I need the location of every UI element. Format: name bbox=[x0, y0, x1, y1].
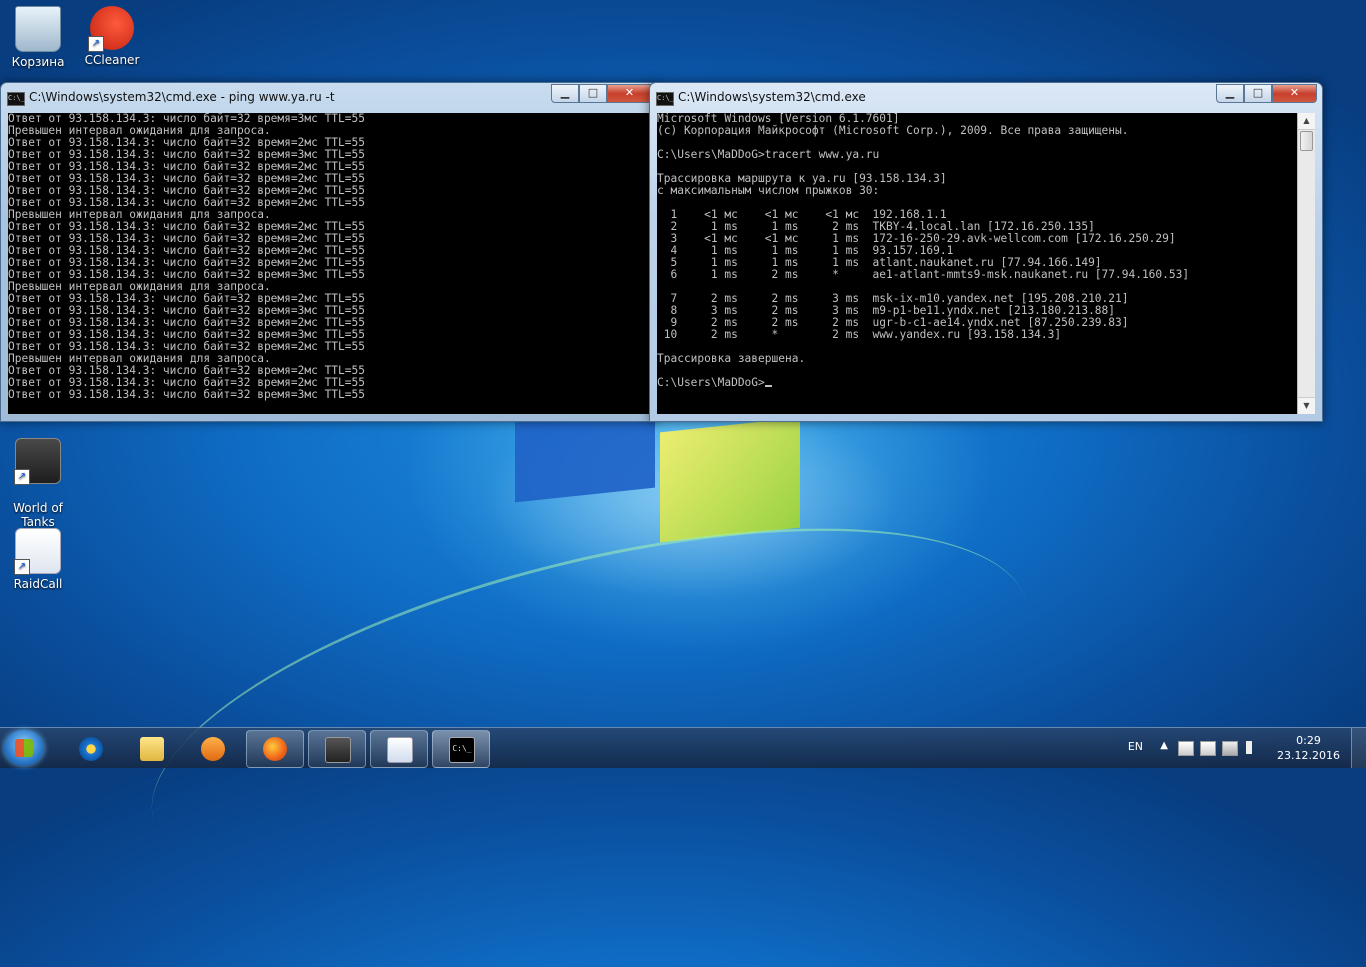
console-line: (c) Корпорация Майкрософт (Microsoft Cor… bbox=[657, 124, 1129, 137]
taskbar-cmd[interactable]: C:\_ bbox=[432, 730, 490, 768]
desktop-icon-raidcall[interactable]: ↗ RaidCall bbox=[0, 528, 76, 591]
internet-explorer-icon bbox=[79, 737, 103, 761]
maximize-button[interactable]: □ bbox=[579, 84, 607, 103]
shortcut-arrow-icon: ↗ bbox=[14, 559, 30, 575]
minimize-button[interactable]: ▁ bbox=[551, 84, 579, 103]
action-center-flag-icon[interactable] bbox=[1178, 741, 1194, 756]
shortcut-arrow-icon: ↗ bbox=[14, 469, 30, 485]
cmd-icon: C:\_ bbox=[7, 92, 25, 106]
ccleaner-icon: ↗ bbox=[88, 6, 134, 52]
system-tray: EN ▲ 0:29 23.12.2016 bbox=[1106, 728, 1366, 768]
start-button[interactable] bbox=[4, 730, 44, 766]
window-title: C:\Windows\system32\cmd.exe - ping www.y… bbox=[29, 90, 335, 104]
clock-time: 0:29 bbox=[1296, 734, 1321, 747]
console-text: Ответ от 93.158.134.3: число байт=32 вре… bbox=[8, 113, 365, 401]
window-title: C:\Windows\system32\cmd.exe bbox=[678, 90, 866, 104]
taskbar: C:\_ EN ▲ 0:29 23.12.2016 bbox=[0, 727, 1366, 768]
network-icon[interactable] bbox=[1222, 741, 1238, 756]
console-output[interactable]: Microsoft Windows [Version 6.1.7601] (c) … bbox=[657, 113, 1315, 414]
scroll-up-arrow-icon[interactable]: ▲ bbox=[1298, 113, 1315, 130]
maximize-button[interactable]: □ bbox=[1244, 84, 1272, 103]
desktop-icon-label: World of Tanks bbox=[13, 501, 63, 529]
volume-speaker-icon[interactable] bbox=[1246, 741, 1260, 754]
world-of-tanks-icon bbox=[325, 737, 351, 763]
console-line: 6 1 ms 2 ms * ae1-atlant-mmts9-msk.nauka… bbox=[657, 268, 1190, 281]
taskbar-firefox[interactable] bbox=[246, 730, 304, 768]
console-line: Трассировка завершена. bbox=[657, 352, 806, 365]
language-indicator[interactable]: EN bbox=[1128, 740, 1143, 753]
usb-device-icon[interactable] bbox=[1200, 741, 1216, 756]
desktop-icon-label: CCleaner bbox=[84, 53, 140, 67]
media-player-icon bbox=[201, 737, 225, 761]
close-button[interactable]: ✕ bbox=[1272, 84, 1317, 103]
prompt-text: C:\Users\MaDDoG> bbox=[657, 376, 765, 389]
minimize-button[interactable]: ▁ bbox=[1216, 84, 1244, 103]
command-prompt[interactable]: C:\Users\MaDDoG> bbox=[657, 377, 772, 389]
title-bar[interactable]: C:\_ C:\Windows\system32\cmd.exe ▁ □ ✕ bbox=[650, 83, 1322, 111]
desktop-icon-recycle-bin[interactable]: Корзина bbox=[0, 6, 76, 69]
cmd-window-tracert[interactable]: C:\_ C:\Windows\system32\cmd.exe ▁ □ ✕ M… bbox=[649, 82, 1323, 422]
console-line: C:\Users\MaDDoG>tracert www.ya.ru bbox=[657, 148, 880, 161]
taskbar-world-of-tanks[interactable] bbox=[308, 730, 366, 768]
desktop-icon-label: RaidCall bbox=[13, 577, 63, 591]
shortcut-arrow-icon: ↗ bbox=[88, 36, 104, 52]
taskbar-internet-explorer[interactable] bbox=[62, 730, 120, 768]
show-desktop-button[interactable] bbox=[1351, 728, 1366, 768]
taskbar-raidcall[interactable] bbox=[370, 730, 428, 768]
console-line: Ответ от 93.158.134.3: число байт=32 вре… bbox=[8, 388, 365, 401]
raidcall-icon: ↗ bbox=[14, 528, 61, 575]
cmd-icon: C:\_ bbox=[449, 737, 475, 763]
clock[interactable]: 0:29 23.12.2016 bbox=[1277, 733, 1340, 763]
console-line: с максимальным числом прыжков 30: bbox=[657, 184, 880, 197]
cmd-icon: C:\_ bbox=[656, 92, 674, 106]
show-hidden-icons-chevron-icon[interactable]: ▲ bbox=[1160, 740, 1168, 751]
explorer-folder-icon bbox=[140, 737, 164, 761]
console-text: Microsoft Windows [Version 6.1.7601] (c) … bbox=[657, 113, 1189, 377]
vertical-scrollbar[interactable]: ▲ ▼ bbox=[1297, 113, 1315, 414]
scroll-down-arrow-icon[interactable]: ▼ bbox=[1298, 397, 1315, 414]
desktop-icon-ccleaner[interactable]: ↗ CCleaner bbox=[74, 6, 150, 67]
taskbar-media-player[interactable] bbox=[184, 730, 242, 768]
desktop-icon-label: Корзина bbox=[11, 55, 65, 69]
recycle-bin-icon bbox=[15, 6, 61, 52]
taskbar-explorer[interactable] bbox=[123, 730, 181, 768]
console-line: 10 2 ms * 2 ms www.yandex.ru [93.158.134… bbox=[657, 328, 1062, 341]
firefox-icon bbox=[263, 737, 287, 761]
cmd-window-ping[interactable]: C:\_ C:\Windows\system32\cmd.exe - ping … bbox=[0, 82, 658, 422]
raidcall-icon bbox=[387, 737, 413, 763]
clock-date: 23.12.2016 bbox=[1277, 749, 1340, 762]
scrollbar-thumb[interactable] bbox=[1300, 131, 1313, 151]
windows-logo-icon bbox=[15, 739, 33, 757]
close-button[interactable]: ✕ bbox=[607, 84, 652, 103]
text-cursor bbox=[764, 385, 772, 387]
windows-logo-yellow-pane bbox=[660, 417, 800, 543]
world-of-tanks-icon: ↗ bbox=[14, 438, 61, 485]
desktop-icon-world-of-tanks[interactable]: ↗ World of Tanks bbox=[0, 424, 76, 543]
title-bar[interactable]: C:\_ C:\Windows\system32\cmd.exe - ping … bbox=[1, 83, 657, 111]
console-output[interactable]: Ответ от 93.158.134.3: число байт=32 вре… bbox=[8, 113, 650, 414]
